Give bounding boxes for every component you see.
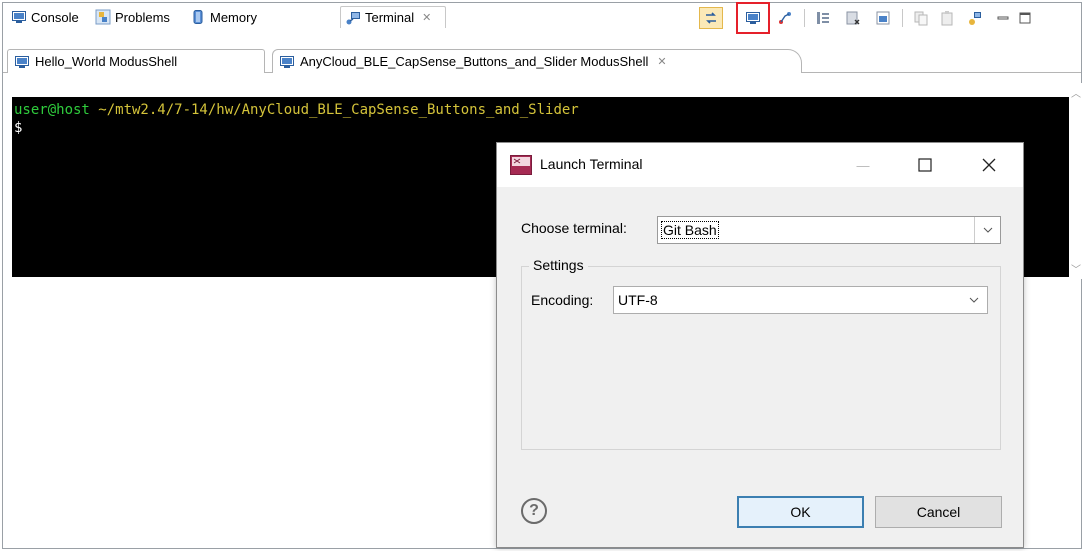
clear-icon [845, 10, 861, 26]
tab-console-label: Console [31, 9, 79, 25]
launch-terminal-app-icon [510, 155, 532, 175]
toolbar-separator [804, 9, 805, 27]
choose-terminal-select[interactable]: Git Bash [657, 216, 1001, 244]
paste-icon [939, 10, 955, 26]
maximize-icon [1017, 10, 1033, 26]
settings-group-label: Settings [529, 257, 588, 273]
connect-icon [777, 10, 793, 26]
scroll-lock-button[interactable] [699, 7, 723, 29]
minimize-icon [995, 10, 1011, 26]
tab-hello-world[interactable]: Hello_World ModusShell [7, 49, 265, 73]
terminal-scrollbar[interactable]: ︿ ﹀ [1069, 83, 1083, 279]
close-icon[interactable]: ✕ [422, 11, 431, 24]
terminal-top-margin [3, 73, 1081, 97]
clear-button[interactable] [841, 7, 865, 29]
chevron-down-icon [974, 217, 1000, 243]
encoding-label: Encoding: [531, 292, 594, 308]
toolbar-separator [902, 9, 903, 27]
view-tab-bar: Console Problems Memory Terminal ✕ [3, 2, 1081, 34]
problems-icon [95, 9, 111, 25]
copy-icon [913, 10, 929, 26]
pin-icon [967, 10, 983, 26]
tab-anycloud[interactable]: AnyCloud_BLE_CapSense_Buttons_and_Slider… [272, 49, 802, 73]
select-all-button[interactable] [871, 7, 895, 29]
tab-problems-label: Problems [115, 9, 170, 25]
dialog-title-bar: Launch Terminal — [497, 143, 1023, 187]
help-icon[interactable]: ? [521, 498, 547, 524]
terminal-prompt: $ [14, 120, 23, 136]
maximize-view-button[interactable] [1013, 7, 1037, 29]
choose-terminal-label: Choose terminal: [521, 220, 627, 236]
format-icon [815, 10, 831, 26]
open-terminal-button[interactable] [736, 2, 770, 34]
terminal-icon [345, 10, 361, 26]
open-terminal-icon [745, 10, 761, 26]
terminal-path: ~/mtw2.4/7-14/hw/AnyCloud_BLE_CapSense_B… [89, 102, 579, 118]
scroll-up-icon[interactable]: ︿ [1071, 85, 1081, 100]
encoding-value: UTF-8 [618, 292, 658, 308]
terminal-user-host: user@host [14, 102, 90, 118]
choose-terminal-value: Git Bash [661, 221, 719, 239]
encoding-select[interactable]: UTF-8 [613, 286, 988, 314]
console-icon [11, 9, 27, 25]
ok-button[interactable]: OK [737, 496, 864, 528]
scroll-lock-icon [703, 10, 719, 26]
paste-button[interactable] [935, 7, 959, 29]
tab-terminal-label: Terminal [365, 10, 415, 25]
tab-console[interactable]: Console [7, 6, 83, 28]
window-close-icon[interactable] [971, 151, 1007, 179]
connect-button[interactable] [773, 7, 797, 29]
tab-memory-label: Memory [210, 9, 257, 25]
terminal-tab-bar: Hello_World ModusShell AnyCloud_BLE_CapS… [3, 47, 1081, 73]
tab-problems[interactable]: Problems [91, 6, 174, 28]
cancel-button[interactable]: Cancel [875, 496, 1002, 528]
copy-button[interactable] [909, 7, 933, 29]
minimize-view-button[interactable] [991, 7, 1015, 29]
tab-hello-world-label: Hello_World ModusShell [35, 54, 178, 69]
memory-icon [190, 9, 206, 25]
ok-button-label: OK [790, 504, 811, 520]
help-glyph: ? [529, 502, 539, 519]
close-icon[interactable]: ✕ [657, 55, 666, 68]
cancel-button-label: Cancel [916, 504, 961, 520]
launch-terminal-dialog: Launch Terminal — Choose terminal: Git B… [496, 142, 1024, 548]
settings-button[interactable] [963, 7, 987, 29]
window-maximize-icon[interactable] [907, 151, 943, 179]
scroll-down-icon[interactable]: ﹀ [1071, 261, 1081, 276]
tab-memory[interactable]: Memory [186, 6, 261, 28]
tab-anycloud-label: AnyCloud_BLE_CapSense_Buttons_and_Slider… [300, 54, 649, 69]
format-button[interactable] [811, 7, 835, 29]
window-minimize-icon[interactable]: — [845, 151, 881, 179]
dialog-title: Launch Terminal [540, 156, 643, 172]
select-all-icon [875, 10, 891, 26]
console-icon [14, 54, 30, 70]
tab-terminal[interactable]: Terminal ✕ [340, 6, 446, 28]
console-icon [279, 54, 295, 70]
chevron-down-icon [961, 287, 987, 313]
